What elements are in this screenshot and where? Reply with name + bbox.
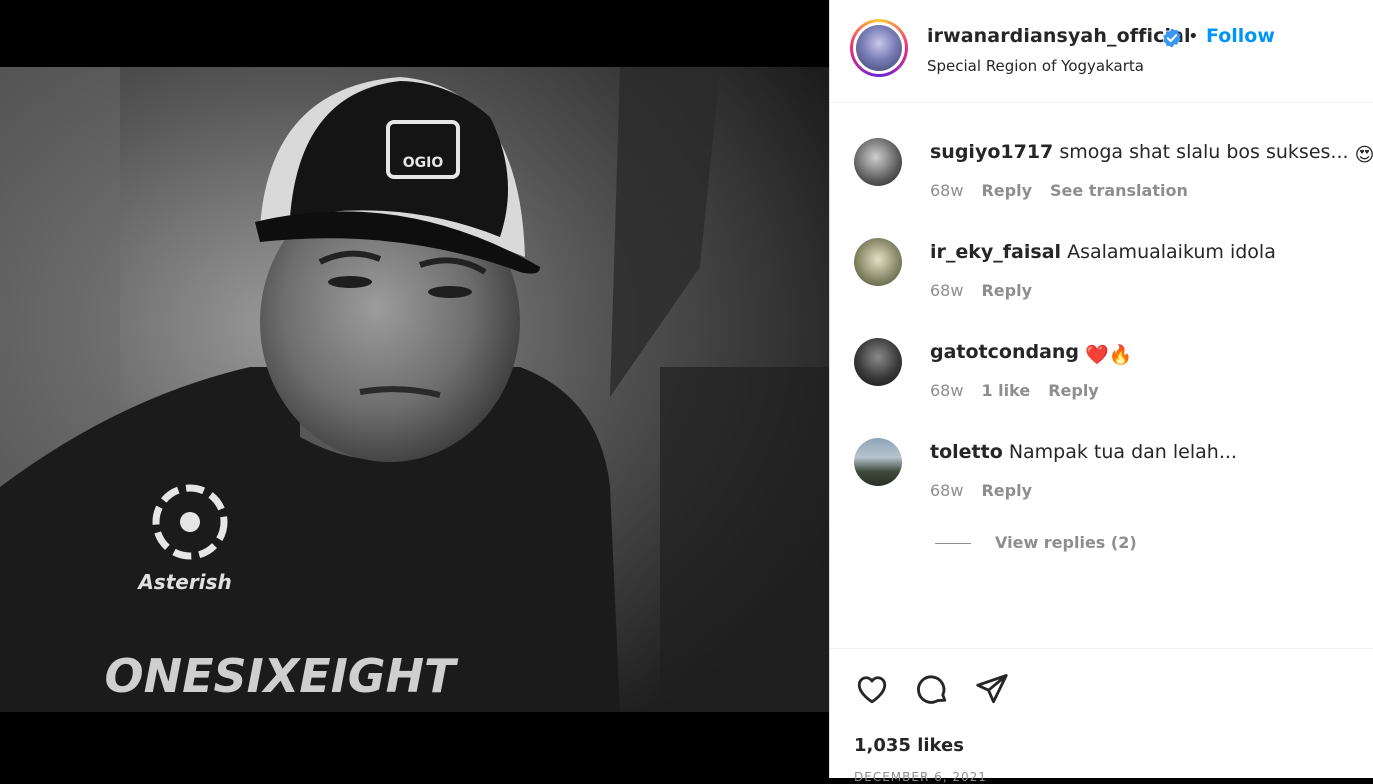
story-ring[interactable] <box>850 19 908 77</box>
post-photo[interactable]: OGIO Asterish ONESIXEIGHT <box>0 67 829 712</box>
comment-meta: 68w Reply <box>930 281 1050 300</box>
comment-item: ir_eky_faisal Asalamualaikum idola 68w Re… <box>854 203 1354 300</box>
follow-button[interactable]: Follow <box>1206 25 1275 47</box>
reply-button[interactable]: Reply <box>981 281 1032 300</box>
comment-body: Asalamualaikum idola <box>1067 241 1276 263</box>
post-sidebar: irwanardiansyah_official • Follow Specia… <box>829 0 1373 784</box>
comment-item: sugiyo1717 smoga shat slalu bos sukses..… <box>854 103 1373 200</box>
commenter-avatar[interactable] <box>854 338 902 386</box>
comment-text-row: toletto Nampak tua dan lelah... <box>930 441 1237 463</box>
post-actions: 1,035 likes DECEMBER 6, 2021 <box>830 648 1373 784</box>
photo-illustration: OGIO Asterish ONESIXEIGHT <box>0 67 829 712</box>
comment-text-row: sugiyo1717 smoga shat slalu bos sukses..… <box>930 141 1373 166</box>
comment-text-row: ir_eky_faisal Asalamualaikum idola <box>930 241 1276 263</box>
avatar-frame <box>853 22 905 74</box>
reply-button[interactable]: Reply <box>981 481 1032 500</box>
comment-time[interactable]: 68w <box>930 381 963 400</box>
comments-list[interactable]: sugiyo1717 smoga shat slalu bos sukses..… <box>830 103 1373 648</box>
comment-time[interactable]: 68w <box>930 481 963 500</box>
commenter-username[interactable]: toletto <box>930 441 1003 463</box>
comment-like-count[interactable]: 1 like <box>981 381 1030 400</box>
commenter-username[interactable]: ir_eky_faisal <box>930 241 1061 263</box>
comment-icon[interactable] <box>914 671 950 707</box>
comment-item: gatotcondang ❤️🔥 68w 1 like Reply <box>854 303 1354 400</box>
avatar[interactable] <box>856 25 902 71</box>
comment-time[interactable]: 68w <box>930 181 963 200</box>
comment-emoji: ❤️🔥 <box>1085 344 1133 366</box>
view-replies-button[interactable]: View replies (2) <box>995 533 1137 552</box>
post-header: irwanardiansyah_official • Follow Specia… <box>830 0 1373 103</box>
verified-badge-icon <box>1163 28 1181 48</box>
reply-button[interactable]: Reply <box>981 181 1032 200</box>
commenter-username[interactable]: sugiyo1717 <box>930 141 1053 163</box>
post-username[interactable]: irwanardiansyah_official <box>927 25 1191 47</box>
separator-dot: • <box>1188 26 1199 47</box>
commenter-avatar[interactable] <box>854 138 902 186</box>
post-media: OGIO Asterish ONESIXEIGHT <box>0 0 829 778</box>
comment-meta: 68w 1 like Reply <box>930 381 1117 400</box>
post-location[interactable]: Special Region of Yogyakarta <box>927 57 1144 75</box>
share-icon[interactable] <box>974 671 1010 707</box>
like-count[interactable]: 1,035 likes <box>854 735 964 756</box>
comment-body: Nampak tua dan lelah... <box>1008 441 1237 463</box>
cap-logo-text: OGIO <box>403 155 444 171</box>
commenter-avatar[interactable] <box>854 438 902 486</box>
comment-body: smoga shat slalu bos sukses... <box>1059 141 1349 163</box>
commenter-avatar[interactable] <box>854 238 902 286</box>
shirt-brand-text: Asterish <box>136 570 231 594</box>
shirt-print-text: ONESIXEIGHT <box>105 649 460 703</box>
comment-item: toletto Nampak tua dan lelah... 68w Reply <box>854 403 1354 500</box>
heart-icon[interactable] <box>854 671 890 707</box>
comment-emoji: 😍 <box>1354 144 1373 166</box>
commenter-username[interactable]: gatotcondang <box>930 341 1079 363</box>
comment-meta: 68w Reply See translation <box>930 181 1206 200</box>
see-translation-button[interactable]: See translation <box>1050 181 1188 200</box>
replies-divider <box>935 543 971 544</box>
post-date: DECEMBER 6, 2021 <box>854 770 987 784</box>
comment-time[interactable]: 68w <box>930 281 963 300</box>
comment-meta: 68w Reply <box>930 481 1050 500</box>
comment-text-row: gatotcondang ❤️🔥 <box>930 341 1132 366</box>
reply-button[interactable]: Reply <box>1048 381 1099 400</box>
